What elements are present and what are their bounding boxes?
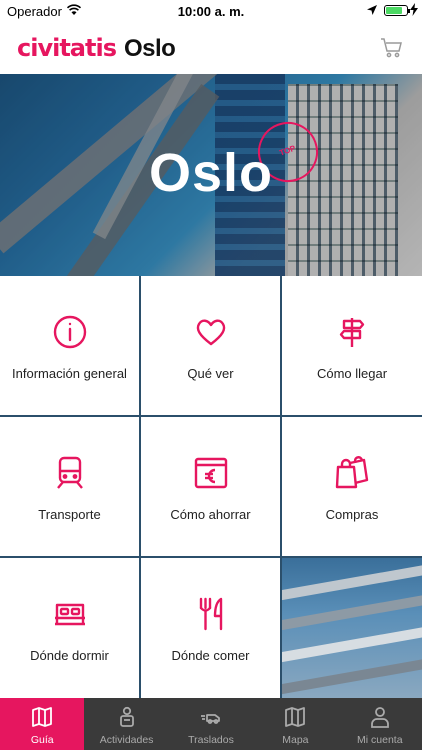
battery-icon <box>384 5 410 16</box>
menu-item-label: Compras <box>325 507 379 522</box>
cart-icon[interactable] <box>380 36 404 60</box>
tab-mi-cuenta[interactable]: Mi cuenta <box>338 698 422 750</box>
map-icon <box>285 707 306 727</box>
civitatis-logo: civitatis <box>17 34 117 62</box>
tab-traslados[interactable]: Traslados <box>169 698 253 750</box>
heart-icon <box>196 319 225 346</box>
menu-item-que-ver[interactable]: Qué ver <box>141 276 280 415</box>
status-bar: Operador 10:00 a. m. <box>0 0 422 22</box>
menu-item-label: Dónde comer <box>171 648 250 663</box>
fork-knife-icon <box>199 597 222 631</box>
tab-label: Traslados <box>188 734 234 746</box>
menu-item-label: Cómo llegar <box>316 366 388 381</box>
brand[interactable]: civitatis Oslo <box>17 34 176 63</box>
tab-mapa[interactable]: Mapa <box>253 698 337 750</box>
menu-item-label: Cómo ahorrar <box>170 507 251 522</box>
hero-title: Oslo <box>148 143 274 203</box>
train-icon <box>56 456 83 489</box>
menu-item-informacion-general[interactable]: Información general <box>0 276 139 415</box>
tab-label: Guía <box>30 734 54 746</box>
tab-guia[interactable]: Guía <box>0 698 85 750</box>
menu-item-label: Qué ver <box>187 366 234 381</box>
menu-item-label: Dónde dormir <box>30 648 109 663</box>
user-icon <box>370 707 389 728</box>
tab-label: Mapa <box>282 734 309 746</box>
menu-item-donde-comer[interactable]: Dónde comer <box>141 558 280 698</box>
menu-item-como-llegar[interactable]: Cómo llegar <box>282 276 422 415</box>
app-header: civitatis Oslo <box>0 22 422 74</box>
city-title: Oslo <box>123 35 176 62</box>
city-photo-tile <box>282 558 422 698</box>
status-time: 10:00 a. m. <box>177 4 245 19</box>
traveler-icon <box>119 706 134 727</box>
car-transfer-icon <box>200 714 220 724</box>
tab-actividades[interactable]: Actividades <box>84 698 168 750</box>
menu-item-compras[interactable]: Compras <box>282 417 422 556</box>
bed-icon <box>54 603 85 626</box>
menu-item-label: Transporte <box>38 507 101 522</box>
shopping-bags-icon <box>335 456 369 489</box>
menu-item-donde-dormir[interactable]: Dónde dormir <box>0 558 139 698</box>
signpost-icon <box>339 318 365 347</box>
charging-bolt-icon <box>410 3 418 16</box>
euro-wallet-icon <box>194 457 227 489</box>
bottom-tab-bar: Guía Actividades Traslados Mapa Mi cuent… <box>0 698 422 750</box>
hero-banner: TOP Oslo <box>0 74 422 276</box>
tab-label: Actividades <box>99 734 154 746</box>
menu-item-como-ahorrar[interactable]: Cómo ahorrar <box>141 417 280 556</box>
guide-menu-grid: Información general Qué ver Cómo llegar … <box>0 276 422 698</box>
menu-item-label: Información general <box>12 366 127 381</box>
tab-label: Mi cuenta <box>357 734 403 746</box>
map-book-icon <box>32 707 53 727</box>
menu-item-transporte[interactable]: Transporte <box>0 417 139 556</box>
location-arrow-icon <box>367 5 377 15</box>
info-icon <box>53 315 86 349</box>
